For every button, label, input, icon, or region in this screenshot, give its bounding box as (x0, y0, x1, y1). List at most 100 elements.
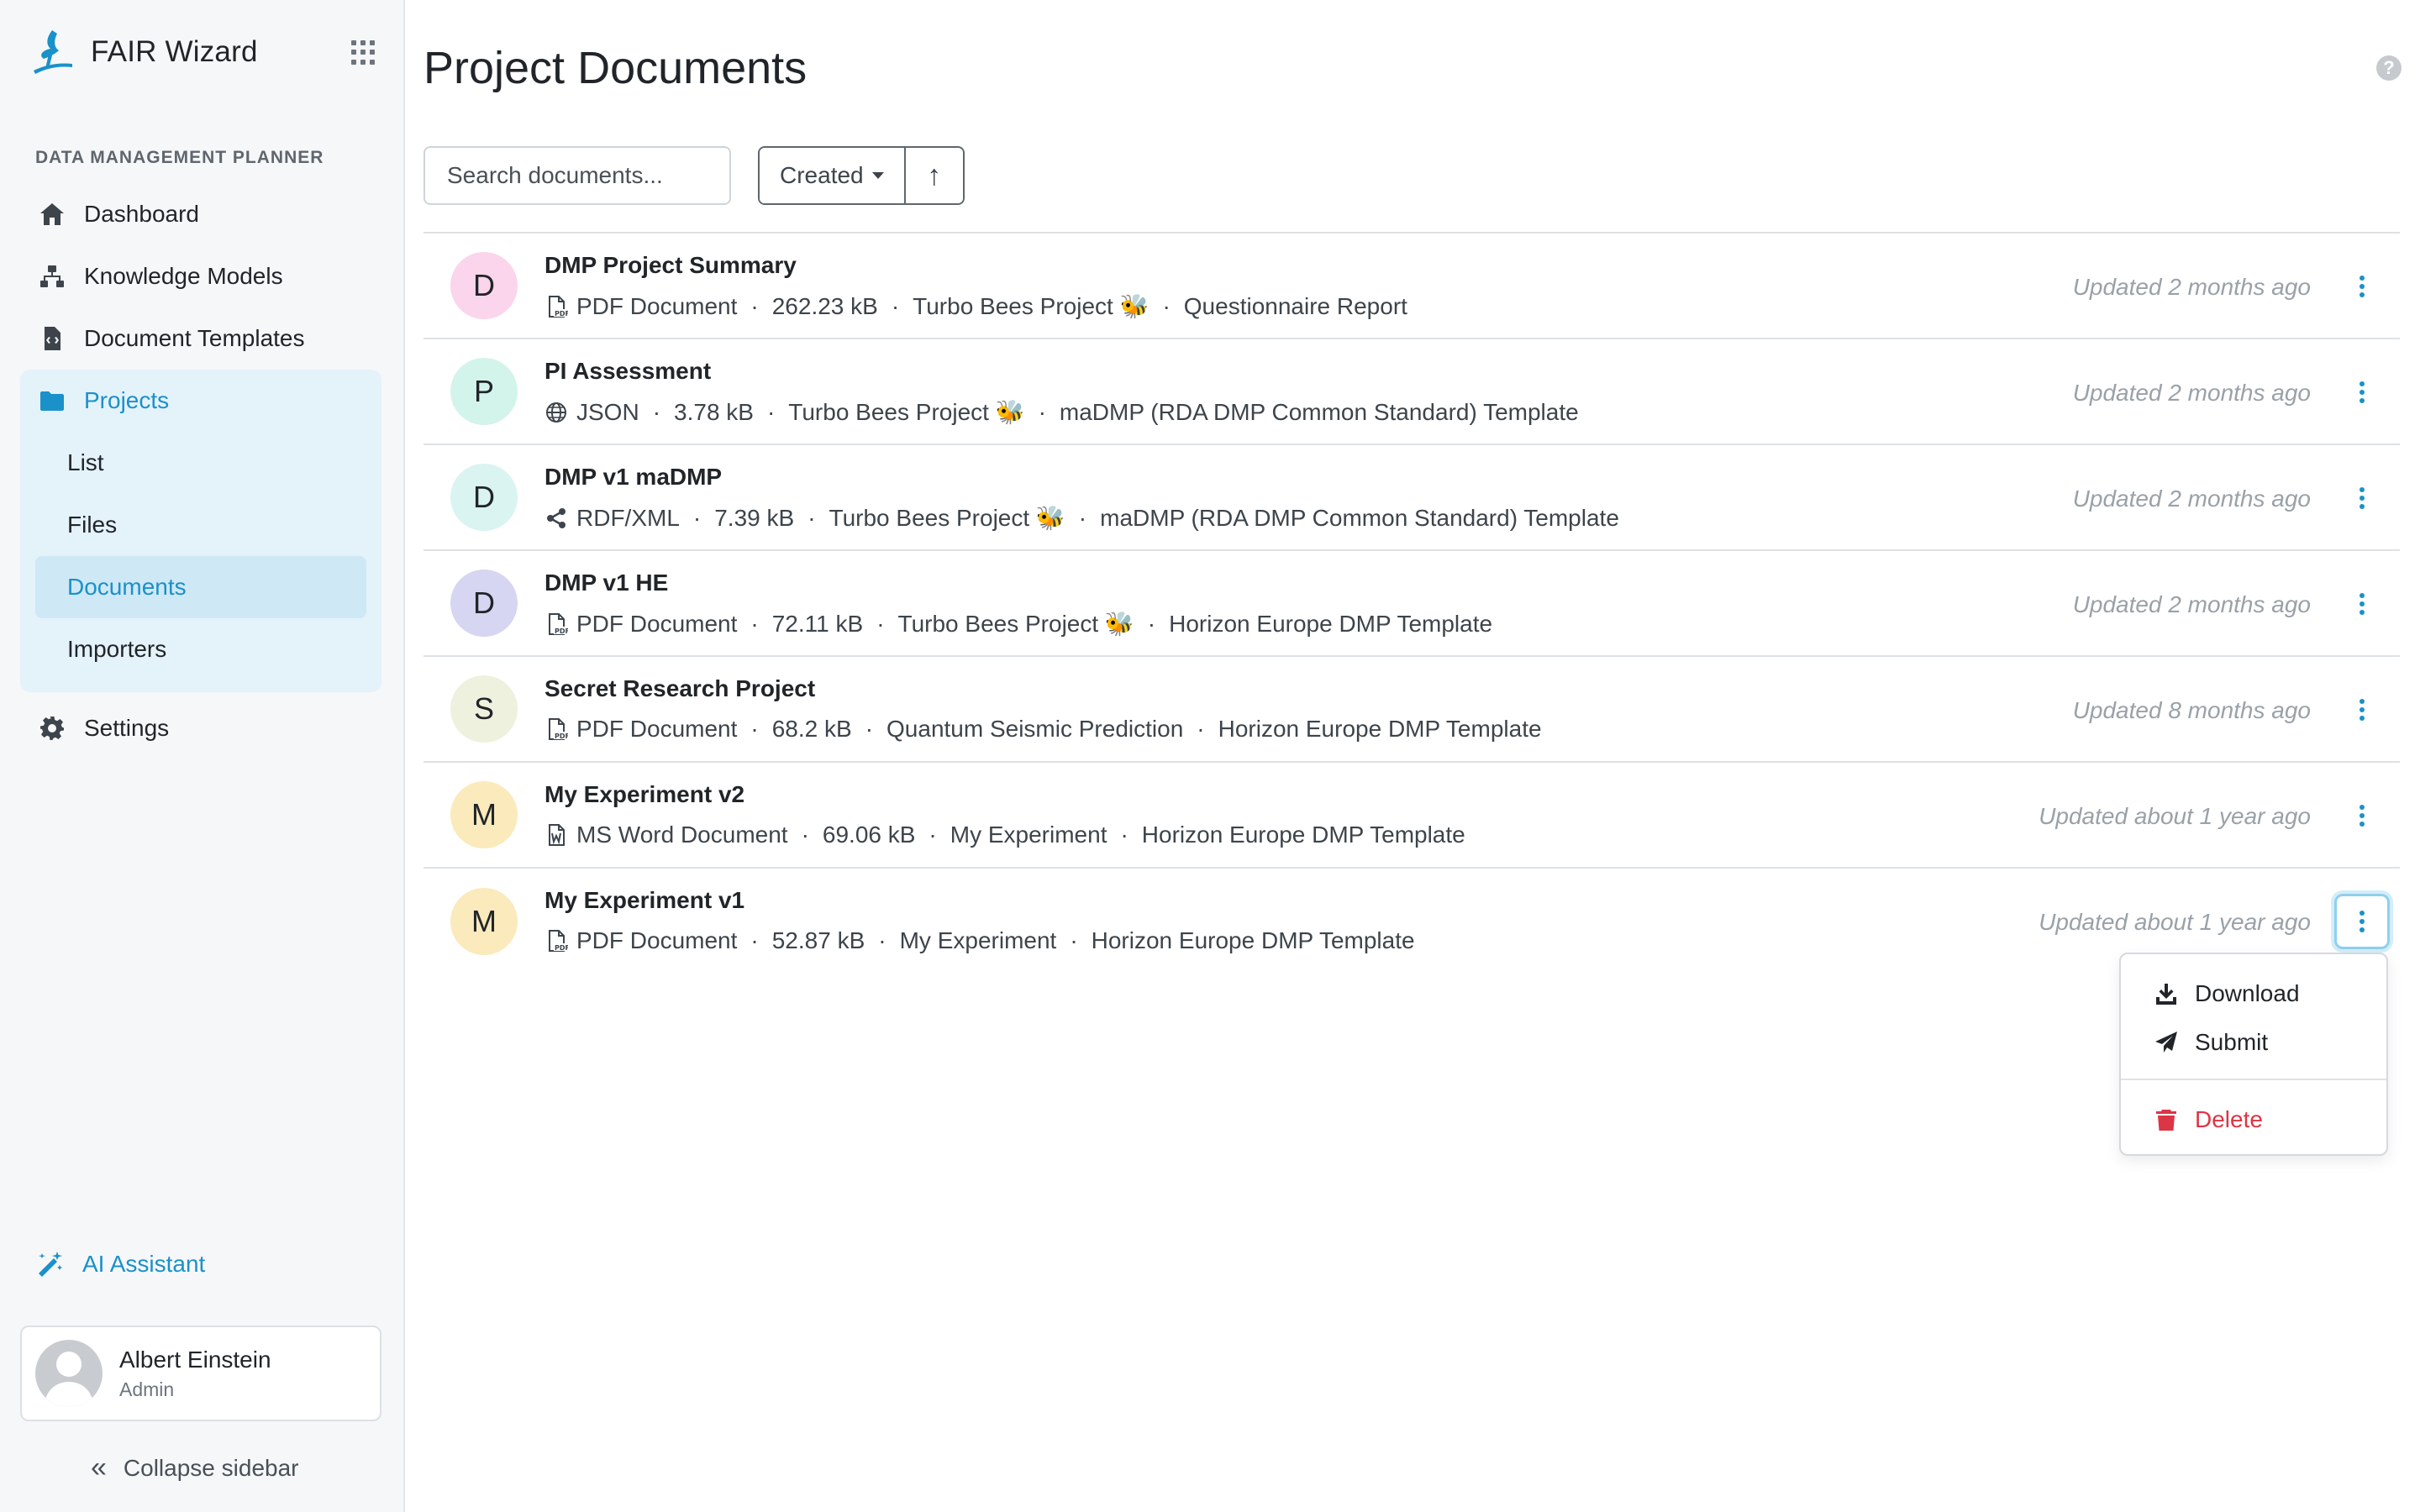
document-name[interactable]: PI Assessment (544, 358, 1579, 385)
document-meta: RDF/XML · 7.39 kB · Turbo Bees Project 🐝 · maD… (544, 504, 1619, 532)
brand[interactable]: FAIR Wizard (32, 29, 258, 76)
sidebar-subitem-list[interactable]: List (35, 432, 366, 494)
document-updated: Updated about 1 year ago (2039, 803, 2311, 829)
document-text: PI Assessment JSON · 3.78 kB · Turbo Bees Pro… (544, 358, 1579, 426)
document-actions-button[interactable] (2334, 788, 2390, 843)
sidebar: FAIR Wizard DATA MANAGEMENT PLANNER Dash… (0, 0, 405, 1512)
document-actions-button[interactable] (2334, 470, 2390, 526)
document-row[interactable]: M My Experiment v1 PDF PDF Document · 52.87 k… (424, 869, 2400, 974)
dropdown-divider (2121, 1079, 2386, 1080)
download-icon (2156, 984, 2176, 1005)
sidebar-item-label: Dashboard (84, 201, 199, 227)
sort-field-dropdown[interactable]: Created (760, 148, 904, 203)
meta-separator: · (876, 610, 885, 637)
document-name[interactable]: DMP Project Summary (544, 252, 1407, 279)
document-actions-button[interactable] (2334, 894, 2390, 949)
document-row[interactable]: S Secret Research Project PDF PDF Document ·… (424, 657, 2400, 763)
collapse-sidebar-button[interactable]: « Collapse sidebar (91, 1452, 299, 1484)
meta-separator: · (1197, 716, 1205, 742)
ellipsis-vertical-icon (2360, 276, 2365, 281)
document-project-link[interactable]: My Experiment (950, 822, 1107, 848)
sidebar-nav: Dashboard Knowledge Models Document Temp… (20, 183, 381, 759)
document-actions-dropdown: Download Submit Delete (2119, 953, 2388, 1156)
document-updated: Updated 8 months ago (2072, 697, 2311, 723)
sidebar-item-knowledge-models[interactable]: Knowledge Models (20, 245, 381, 307)
document-meta: PDF PDF Document · 72.11 kB · Turbo Bees Proj… (544, 610, 1492, 638)
document-project-link[interactable]: Turbo Bees Project 🐝 (898, 610, 1134, 638)
sort-direction-button[interactable]: ↑ (903, 148, 963, 203)
document-actions-button[interactable] (2334, 365, 2390, 420)
meta-separator: · (891, 292, 900, 319)
document-updated: Updated 2 months ago (2072, 591, 2311, 617)
document-project-link[interactable]: Turbo Bees Project 🐝 (829, 504, 1065, 532)
meta-separator: · (808, 504, 816, 531)
delete-label: Delete (2195, 1106, 2263, 1132)
document-meta: PDF PDF Document · 68.2 kB · Quantum Seismic … (544, 716, 1542, 743)
meta-separator: · (865, 716, 874, 742)
document-name[interactable]: DMP v1 HE (544, 570, 1492, 596)
meta-separator: · (750, 610, 759, 637)
document-text: DMP v1 maDMP RDF/XML · 7.39 kB · Turbo Bees P… (544, 464, 1619, 532)
sidebar-item-document-templates[interactable]: Document Templates (20, 307, 381, 370)
gear-icon (39, 715, 66, 742)
ai-assistant-link[interactable]: AI Assistant (35, 1250, 205, 1278)
download-menu-item[interactable]: Download (2121, 969, 2386, 1018)
document-row[interactable]: D DMP Project Summary PDF PDF Document · 262.… (424, 234, 2400, 339)
meta-separator: · (929, 822, 937, 848)
sidebar-item-label: Settings (84, 715, 170, 741)
sidebar-subitem-documents[interactable]: Documents (35, 556, 366, 618)
paper-plane-icon (2155, 1032, 2177, 1053)
submit-label: Submit (2195, 1029, 2269, 1055)
document-size: 69.06 kB (822, 822, 916, 848)
pdf-file-icon: PDF (544, 612, 568, 636)
document-format: RDF/XML (576, 504, 680, 531)
svg-text:PDF: PDF (555, 627, 568, 635)
sidebar-subitem-files[interactable]: Files (35, 494, 366, 556)
document-project-link[interactable]: My Experiment (900, 927, 1057, 954)
document-name[interactable]: DMP v1 maDMP (544, 464, 1619, 491)
document-template: Questionnaire Report (1183, 292, 1407, 319)
document-actions-button[interactable] (2334, 682, 2390, 738)
meta-separator: · (652, 398, 661, 425)
help-icon[interactable]: ? (2376, 55, 2402, 81)
user-menu[interactable]: Albert Einstein Admin (20, 1326, 381, 1421)
document-size: 262.23 kB (771, 292, 878, 319)
collapse-sidebar-label: Collapse sidebar (123, 1454, 299, 1481)
document-name[interactable]: My Experiment v1 (544, 887, 1415, 914)
document-row[interactable]: M My Experiment v2 MS Word Document · 69.06 … (424, 763, 2400, 869)
sidebar-item-settings[interactable]: Settings (20, 697, 381, 759)
home-icon (39, 201, 66, 228)
document-list: D DMP Project Summary PDF PDF Document · 262.… (424, 232, 2400, 974)
document-actions-button[interactable] (2334, 576, 2390, 632)
document-row[interactable]: D DMP v1 HE PDF PDF Document · 72.11 kB · Turbo… (424, 551, 2400, 657)
meta-separator: · (750, 292, 759, 319)
document-row[interactable]: P PI Assessment JSON · 3.78 kB · Turbo Bees Pr… (424, 339, 2400, 445)
document-actions-button[interactable] (2334, 259, 2390, 314)
search-input[interactable] (424, 146, 731, 205)
ellipsis-vertical-icon (2360, 487, 2365, 492)
document-row[interactable]: D DMP v1 maDMP RDF/XML · 7.39 kB · Turbo Bees … (424, 445, 2400, 551)
document-name[interactable]: My Experiment v2 (544, 781, 1465, 808)
submit-menu-item[interactable]: Submit (2121, 1018, 2386, 1067)
svg-text:PDF: PDF (555, 310, 568, 318)
sidebar-item-dashboard[interactable]: Dashboard (20, 183, 381, 245)
sidebar-item-projects[interactable]: Projects (20, 370, 381, 432)
document-project-link[interactable]: Turbo Bees Project 🐝 (788, 398, 1024, 426)
document-meta: PDF PDF Document · 262.23 kB · Turbo Bees Pro… (544, 292, 1407, 320)
document-meta: JSON · 3.78 kB · Turbo Bees Project 🐝 · maDMP … (544, 398, 1579, 426)
document-format: PDF Document (576, 716, 738, 742)
document-project-link[interactable]: Quantum Seismic Prediction (886, 716, 1183, 743)
document-project-link[interactable]: Turbo Bees Project 🐝 (913, 292, 1149, 320)
document-size: 52.87 kB (771, 927, 865, 953)
document-name[interactable]: Secret Research Project (544, 675, 1542, 702)
document-format: JSON (576, 398, 639, 425)
document-avatar: D (450, 570, 518, 637)
document-avatar: M (450, 781, 518, 848)
meta-separator: · (750, 716, 759, 742)
ai-assistant-label: AI Assistant (82, 1251, 206, 1277)
sidebar-subitem-importers[interactable]: Importers (35, 618, 366, 680)
apps-grid-icon[interactable] (351, 40, 376, 66)
ellipsis-vertical-icon (2360, 699, 2365, 704)
document-template: maDMP (RDA DMP Common Standard) Template (1059, 398, 1579, 425)
delete-menu-item[interactable]: Delete (2121, 1095, 2386, 1144)
